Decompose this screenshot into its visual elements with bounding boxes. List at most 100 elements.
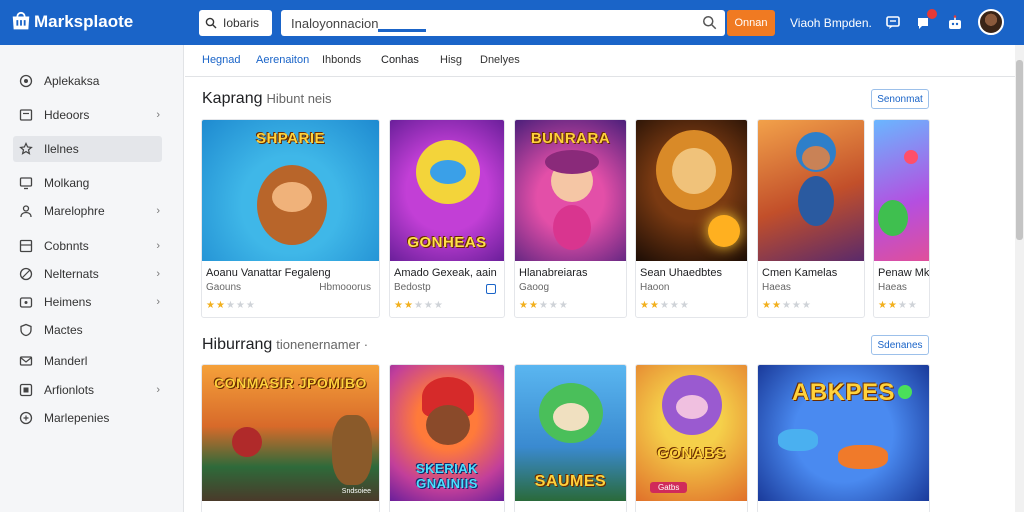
star-rating: ★★★★★ [762,300,812,311]
app-title: Amado Gexeak, aain [394,267,497,279]
sidebar-item-label: Hdeoors [44,108,90,122]
sidebar-item-11[interactable]: Marlepenies [13,405,162,431]
app-artwork-title: SAUMES [534,473,607,490]
app-title: Aoanu Vanattar Fegaleng [206,267,331,279]
see-all-button[interactable]: Sdenanes [871,335,929,355]
sidebar-item-3[interactable]: Molkang [13,170,162,196]
sidebar-item-label: Nelternats [44,267,99,281]
chevron-right-icon: › [156,268,160,280]
logo[interactable]: Marksplaote [10,11,133,33]
app-artwork: ABKPES [758,365,929,501]
search-button[interactable]: Onnan [727,10,775,36]
box-icon [19,383,33,397]
search-icon[interactable] [702,15,717,30]
scrollbar[interactable] [1015,45,1024,512]
app-developer: Haeas [762,282,791,293]
sidebar-item-label: Manderl [44,354,88,368]
sidebar-item-label: Cobnnts [44,239,89,253]
sidebar-item-8[interactable]: Mactes [13,317,162,343]
scrollbar-thumb[interactable] [1016,60,1023,240]
sidebar-item-label: Ilelnes [44,142,79,156]
app-title: Sean Uhaedbtes [640,267,722,279]
sidebar-item-label: Molkang [44,176,90,190]
app-artwork-title: ABKPES [791,379,896,406]
search-input[interactable]: Inaloyonnacion [281,10,725,36]
avatar[interactable] [978,9,1004,35]
sidebar-item-4[interactable]: Marelophre › [13,198,162,224]
notification-badge [927,9,937,19]
app-developer: Gaouns [206,282,242,293]
section-title: Kaprang Hibunt neis [202,90,332,108]
sidebar-item-10[interactable]: Arfionlots › [13,377,162,403]
sidebar-item-5[interactable]: Cobnnts › [13,233,162,259]
star-rating: ★★★★★ [206,300,256,311]
marketplace-logo-icon [12,11,30,30]
app-artwork [758,120,864,261]
monitor-icon [19,177,33,190]
section-subtitle: Hibunt neis [266,91,332,106]
chevron-right-icon: › [156,109,160,121]
app-card[interactable]: Sean Uhaedbtes Haoon ★★★★★ [635,119,748,318]
app-card[interactable]: CONMASIR JPOMIBO Sndsoiee [201,364,380,512]
app-card[interactable]: SAUMES [514,364,627,512]
section-subtitle: tionenernamer · [276,337,369,352]
app-artwork: SHPARIE [202,120,379,261]
chevron-right-icon: › [156,205,160,217]
category-search[interactable]: Iobaris [199,10,272,36]
sidebar-item-label: Aplekaksa [44,74,100,88]
star-rating: ★★★★★ [519,300,569,311]
apps-icon [19,74,33,88]
account-link[interactable]: Viaoh Bmpden. [790,16,872,30]
app-developer: Haeas [878,282,907,293]
app-artwork-caption: Gatbs [650,482,688,493]
app-card[interactable]: BUNRARA Hlanabreiaras Gaoog ★★★★★ [514,119,627,318]
category-tabs: Hegnad Aerenaiton Ihbonds Conhas Hisg Dn… [185,45,1015,77]
app-card[interactable]: SHPARIE Aoanu Vanattar Fegaleng Gaouns H… [201,119,380,318]
app-developer: Bedostp [394,282,431,293]
chevron-right-icon: › [156,296,160,308]
see-all-button[interactable]: Senonmat [871,89,929,109]
app-card[interactable]: GONABS Gatbs [635,364,748,512]
tab-4[interactable]: Hisg [440,54,462,66]
sidebar-item-1[interactable]: Hdeoors › [13,102,162,128]
section-title-text: Hiburrang [202,336,273,353]
app-card[interactable]: Penaw Mk Haeas ★★★★ [873,119,930,318]
top-bar: Marksplaote Iobaris Inaloyonnacion Onnan… [0,0,1024,45]
sidebar: Aplekaksa Hdeoors › Ilelnes Molkang Mare… [0,45,184,512]
sidebar-item-2[interactable]: Ilelnes [13,136,162,162]
tab-0[interactable]: Hegnad [202,54,241,66]
app-card[interactable]: SKERIAK GNAINIIS [389,364,505,512]
sidebar-item-7[interactable]: Heimens › [13,289,162,315]
star-icon [19,142,33,155]
tab-5[interactable]: Dnelyes [480,54,520,66]
bot-icon[interactable] [945,13,965,33]
sidebar-item-6[interactable]: Nelternats › [13,261,162,287]
sidebar-item-label: Arfionlots [44,383,95,397]
app-artwork: SKERIAK GNAINIIS [390,365,504,501]
tag-icon [19,411,33,425]
sidebar-item-label: Marelophre [44,204,105,218]
app-card[interactable]: GONHEAS Amado Gexeak, aain Bedostp ★★★★★ [389,119,505,318]
app-title: Cmen Kamelas [762,267,838,279]
chat-icon[interactable] [883,13,903,33]
tab-3[interactable]: Conhas [381,54,419,66]
app-artwork-title: GONHEAS [407,234,487,251]
app-artwork-title: SHPARIE [255,130,326,147]
shield-icon [20,323,32,337]
tab-2[interactable]: Ihbonds [322,54,361,66]
star-rating: ★★★★ [878,300,918,311]
tab-1[interactable]: Aerenaiton [256,54,309,66]
app-developer: Haoon [640,282,670,293]
app-artwork: BUNRARA [515,120,626,261]
app-card[interactable]: ABKPES [757,364,930,512]
app-card[interactable]: Cmen Kamelas Haeas ★★★★★ [757,119,865,318]
search-input-text: Inaloyonnacion [291,15,379,31]
notification-icon[interactable] [913,9,937,33]
sidebar-item-9[interactable]: Manderl [13,348,162,374]
app-artwork: SAUMES [515,365,626,501]
sidebar-item-0[interactable]: Aplekaksa [13,68,162,94]
search-icon [205,17,217,29]
user-icon [20,205,32,218]
app-title: Penaw Mk [878,267,930,279]
app-artwork [874,120,929,261]
